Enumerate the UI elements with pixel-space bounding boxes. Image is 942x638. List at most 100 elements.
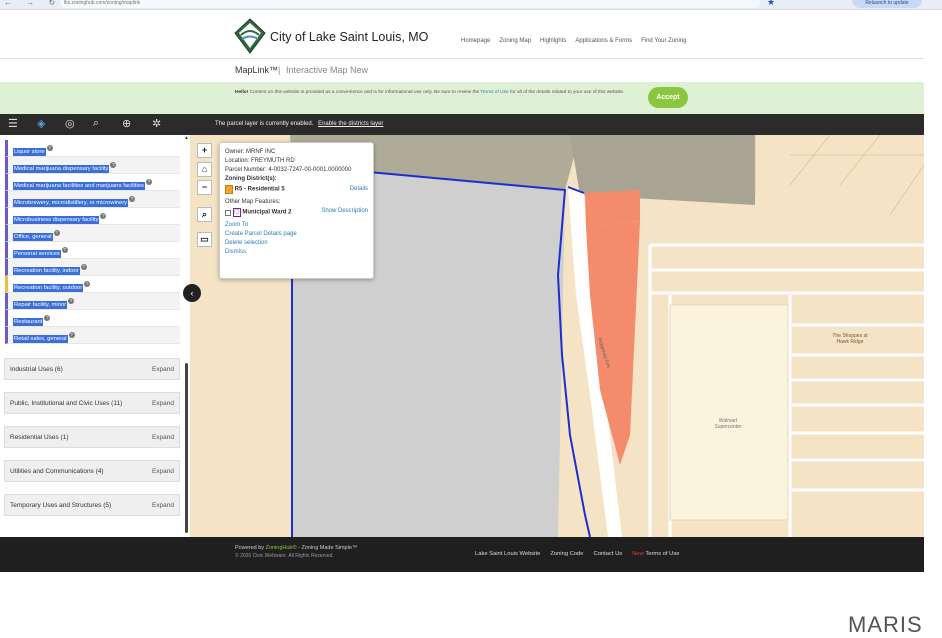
- use-list-item[interactable]: Repair facility, minor?: [5, 293, 180, 310]
- use-label: Recreation facility, indoor: [13, 267, 80, 275]
- use-list-item[interactable]: Liquor store?: [5, 140, 180, 157]
- nav-homepage[interactable]: Homepage: [461, 38, 490, 44]
- bookmark-star-icon[interactable]: ★: [767, 0, 775, 8]
- use-label: Personal services: [13, 250, 61, 258]
- help-icon[interactable]: ?: [68, 298, 75, 304]
- use-label: Recreation facility, outdoor: [13, 284, 84, 292]
- ward-icon: ◯: [232, 208, 241, 217]
- use-label: Microbusiness dispensary facility: [13, 216, 100, 224]
- zoom-to-link[interactable]: Zoom To: [225, 222, 368, 231]
- place-label-walmart: Walmart Supercenter: [714, 418, 742, 430]
- locate-icon[interactable]: ⊕: [122, 117, 131, 130]
- help-icon[interactable]: ?: [46, 145, 53, 151]
- help-icon[interactable]: ?: [61, 247, 68, 253]
- sidebar-scrollbar[interactable]: [185, 363, 188, 533]
- help-icon[interactable]: ?: [84, 281, 91, 287]
- basemap-icon[interactable]: ▭: [197, 232, 212, 247]
- new-badge: New: [632, 551, 644, 557]
- expand-button[interactable]: Expand: [152, 400, 174, 407]
- home-icon[interactable]: ⌂: [197, 162, 212, 177]
- relaunch-update-button[interactable]: Relaunch to update: [852, 0, 922, 8]
- map-toolbar: ☰ ◈ ◎ ⌕ ⊕ ✲ The parcel layer is currentl…: [0, 114, 924, 135]
- menu-icon[interactable]: ☰: [8, 117, 18, 130]
- nav-find-your-zoning[interactable]: Find Your Zoning: [641, 38, 686, 44]
- help-icon[interactable]: ?: [80, 264, 87, 270]
- use-list-item[interactable]: Office, general?: [5, 225, 180, 242]
- footer-link-contact[interactable]: Contact Us: [594, 551, 623, 557]
- enable-districts-link[interactable]: Enable the districts layer: [318, 121, 383, 127]
- settings-icon[interactable]: ✲: [152, 117, 161, 130]
- use-list-item[interactable]: Microbrewery, microdistillery, or microw…: [5, 191, 180, 208]
- footer-links: Lake Saint Louis Website Zoning Code Con…: [475, 551, 679, 557]
- category-industrial[interactable]: Industrial Uses (6) Expand: [4, 358, 180, 380]
- help-icon[interactable]: ?: [145, 179, 152, 185]
- nav-highlights[interactable]: Highlights: [540, 38, 566, 44]
- maplink-subtitle: Interactive Map New: [286, 65, 369, 75]
- dismiss-link[interactable]: Dismiss: [225, 249, 368, 258]
- category-utilities[interactable]: Utilities and Communications (4) Expand: [4, 460, 180, 482]
- zoom-box-icon[interactable]: ⌕: [197, 207, 212, 222]
- zoom-in-button[interactable]: +: [197, 143, 212, 158]
- category-public[interactable]: Public, Institutional and Civic Uses (11…: [4, 392, 180, 414]
- use-list-item[interactable]: Medical marijuana facilities and marijua…: [5, 174, 180, 191]
- details-link[interactable]: Details: [350, 186, 368, 192]
- search-icon[interactable]: ⌕: [93, 117, 99, 130]
- owner-value: MRNF INC: [246, 149, 276, 155]
- globe-icon[interactable]: ◎: [65, 117, 75, 130]
- nav-zoning-map[interactable]: Zoning Map: [499, 38, 531, 44]
- collapse-sidebar-chevron-icon[interactable]: ‹: [183, 284, 201, 302]
- help-icon[interactable]: ?: [53, 230, 60, 236]
- use-list-item[interactable]: Recreation facility, indoor?: [5, 259, 180, 276]
- zoninghub-link[interactable]: ZoningHub®: [266, 545, 297, 551]
- use-label: Liquor store: [13, 148, 46, 156]
- use-label: Repair facility, minor: [13, 301, 68, 309]
- use-list-item[interactable]: Restaurant?: [5, 310, 180, 327]
- use-list-item[interactable]: Recreation facility, outdoor?: [5, 276, 180, 293]
- footer-link-city-website[interactable]: Lake Saint Louis Website: [475, 551, 540, 557]
- site-title[interactable]: City of Lake Saint Louis, MO: [270, 30, 428, 44]
- help-icon[interactable]: ?: [110, 162, 117, 168]
- browser-bar: ← → ↻ lks.zoninghub.com/zoning/maplink ★…: [0, 0, 942, 10]
- help-icon[interactable]: ?: [100, 213, 107, 219]
- footer-link-zoning-code[interactable]: Zoning Code: [550, 551, 583, 557]
- maris-watermark: MARIS: [848, 612, 923, 637]
- category-temporary[interactable]: Temporary Uses and Structures (5) Expand: [4, 494, 180, 516]
- maplink-subheader: MapLink™ | Interactive Map New: [0, 58, 924, 82]
- help-icon[interactable]: ?: [129, 196, 136, 202]
- copyright: © 2025 Civic Webware. All Rights Reserve…: [235, 553, 334, 559]
- zoom-out-button[interactable]: −: [197, 180, 212, 195]
- help-icon[interactable]: ?: [44, 315, 51, 321]
- nav-applications-forms[interactable]: Applications & Forms: [575, 38, 632, 44]
- use-list-item[interactable]: Medical marijuana dispensary facility?: [5, 157, 180, 174]
- top-nav: Homepage Zoning Map Highlights Applicati…: [461, 38, 686, 44]
- accept-button[interactable]: Accept: [648, 87, 688, 108]
- notice-message: Hello! Content on this website is provid…: [235, 90, 625, 95]
- use-label: Office, general: [13, 233, 53, 241]
- zoning-value: R5 - Residential 5: [234, 186, 285, 193]
- use-list-item[interactable]: Microbusiness dispensary facility?: [5, 208, 180, 225]
- delete-selection-link[interactable]: Delete selection: [225, 240, 368, 249]
- category-residential[interactable]: Residential Uses (1) Expand: [4, 426, 180, 448]
- footer-link-terms[interactable]: Terms of Use: [645, 551, 679, 557]
- show-description-link[interactable]: Show Description: [321, 208, 368, 214]
- help-icon[interactable]: ?: [68, 332, 75, 338]
- zoning-label: Zoning District(s):: [225, 176, 277, 182]
- layers-icon[interactable]: ◈: [37, 117, 45, 130]
- use-label: Microbrewery, microdistillery, or microw…: [13, 199, 129, 207]
- powered-by: Powered by ZoningHub® - Zoning Made Simp…: [235, 545, 358, 551]
- expand-button[interactable]: Expand: [152, 366, 174, 373]
- expand-button[interactable]: Expand: [152, 468, 174, 475]
- expand-button[interactable]: Expand: [152, 502, 174, 509]
- create-parcel-details-link[interactable]: Create Parcel Details page: [225, 231, 368, 240]
- browser-nav-icons[interactable]: ← → ↻: [4, 0, 61, 7]
- scroll-up-arrow-icon[interactable]: ▲: [184, 135, 189, 141]
- maplink-separator: |: [278, 65, 281, 75]
- site-header: City of Lake Saint Louis, MO Homepage Zo…: [0, 10, 924, 60]
- expand-button[interactable]: Expand: [152, 434, 174, 441]
- scroll-down-arrow-icon[interactable]: ▼: [184, 523, 189, 529]
- use-list-item[interactable]: Personal services?: [5, 242, 180, 259]
- address-bar[interactable]: lks.zoninghub.com/zoning/maplink: [60, 0, 760, 8]
- feature-checkbox[interactable]: [225, 209, 231, 216]
- use-list-item[interactable]: Retail sales, general?: [5, 327, 180, 344]
- terms-link[interactable]: Terms of Use: [480, 90, 508, 95]
